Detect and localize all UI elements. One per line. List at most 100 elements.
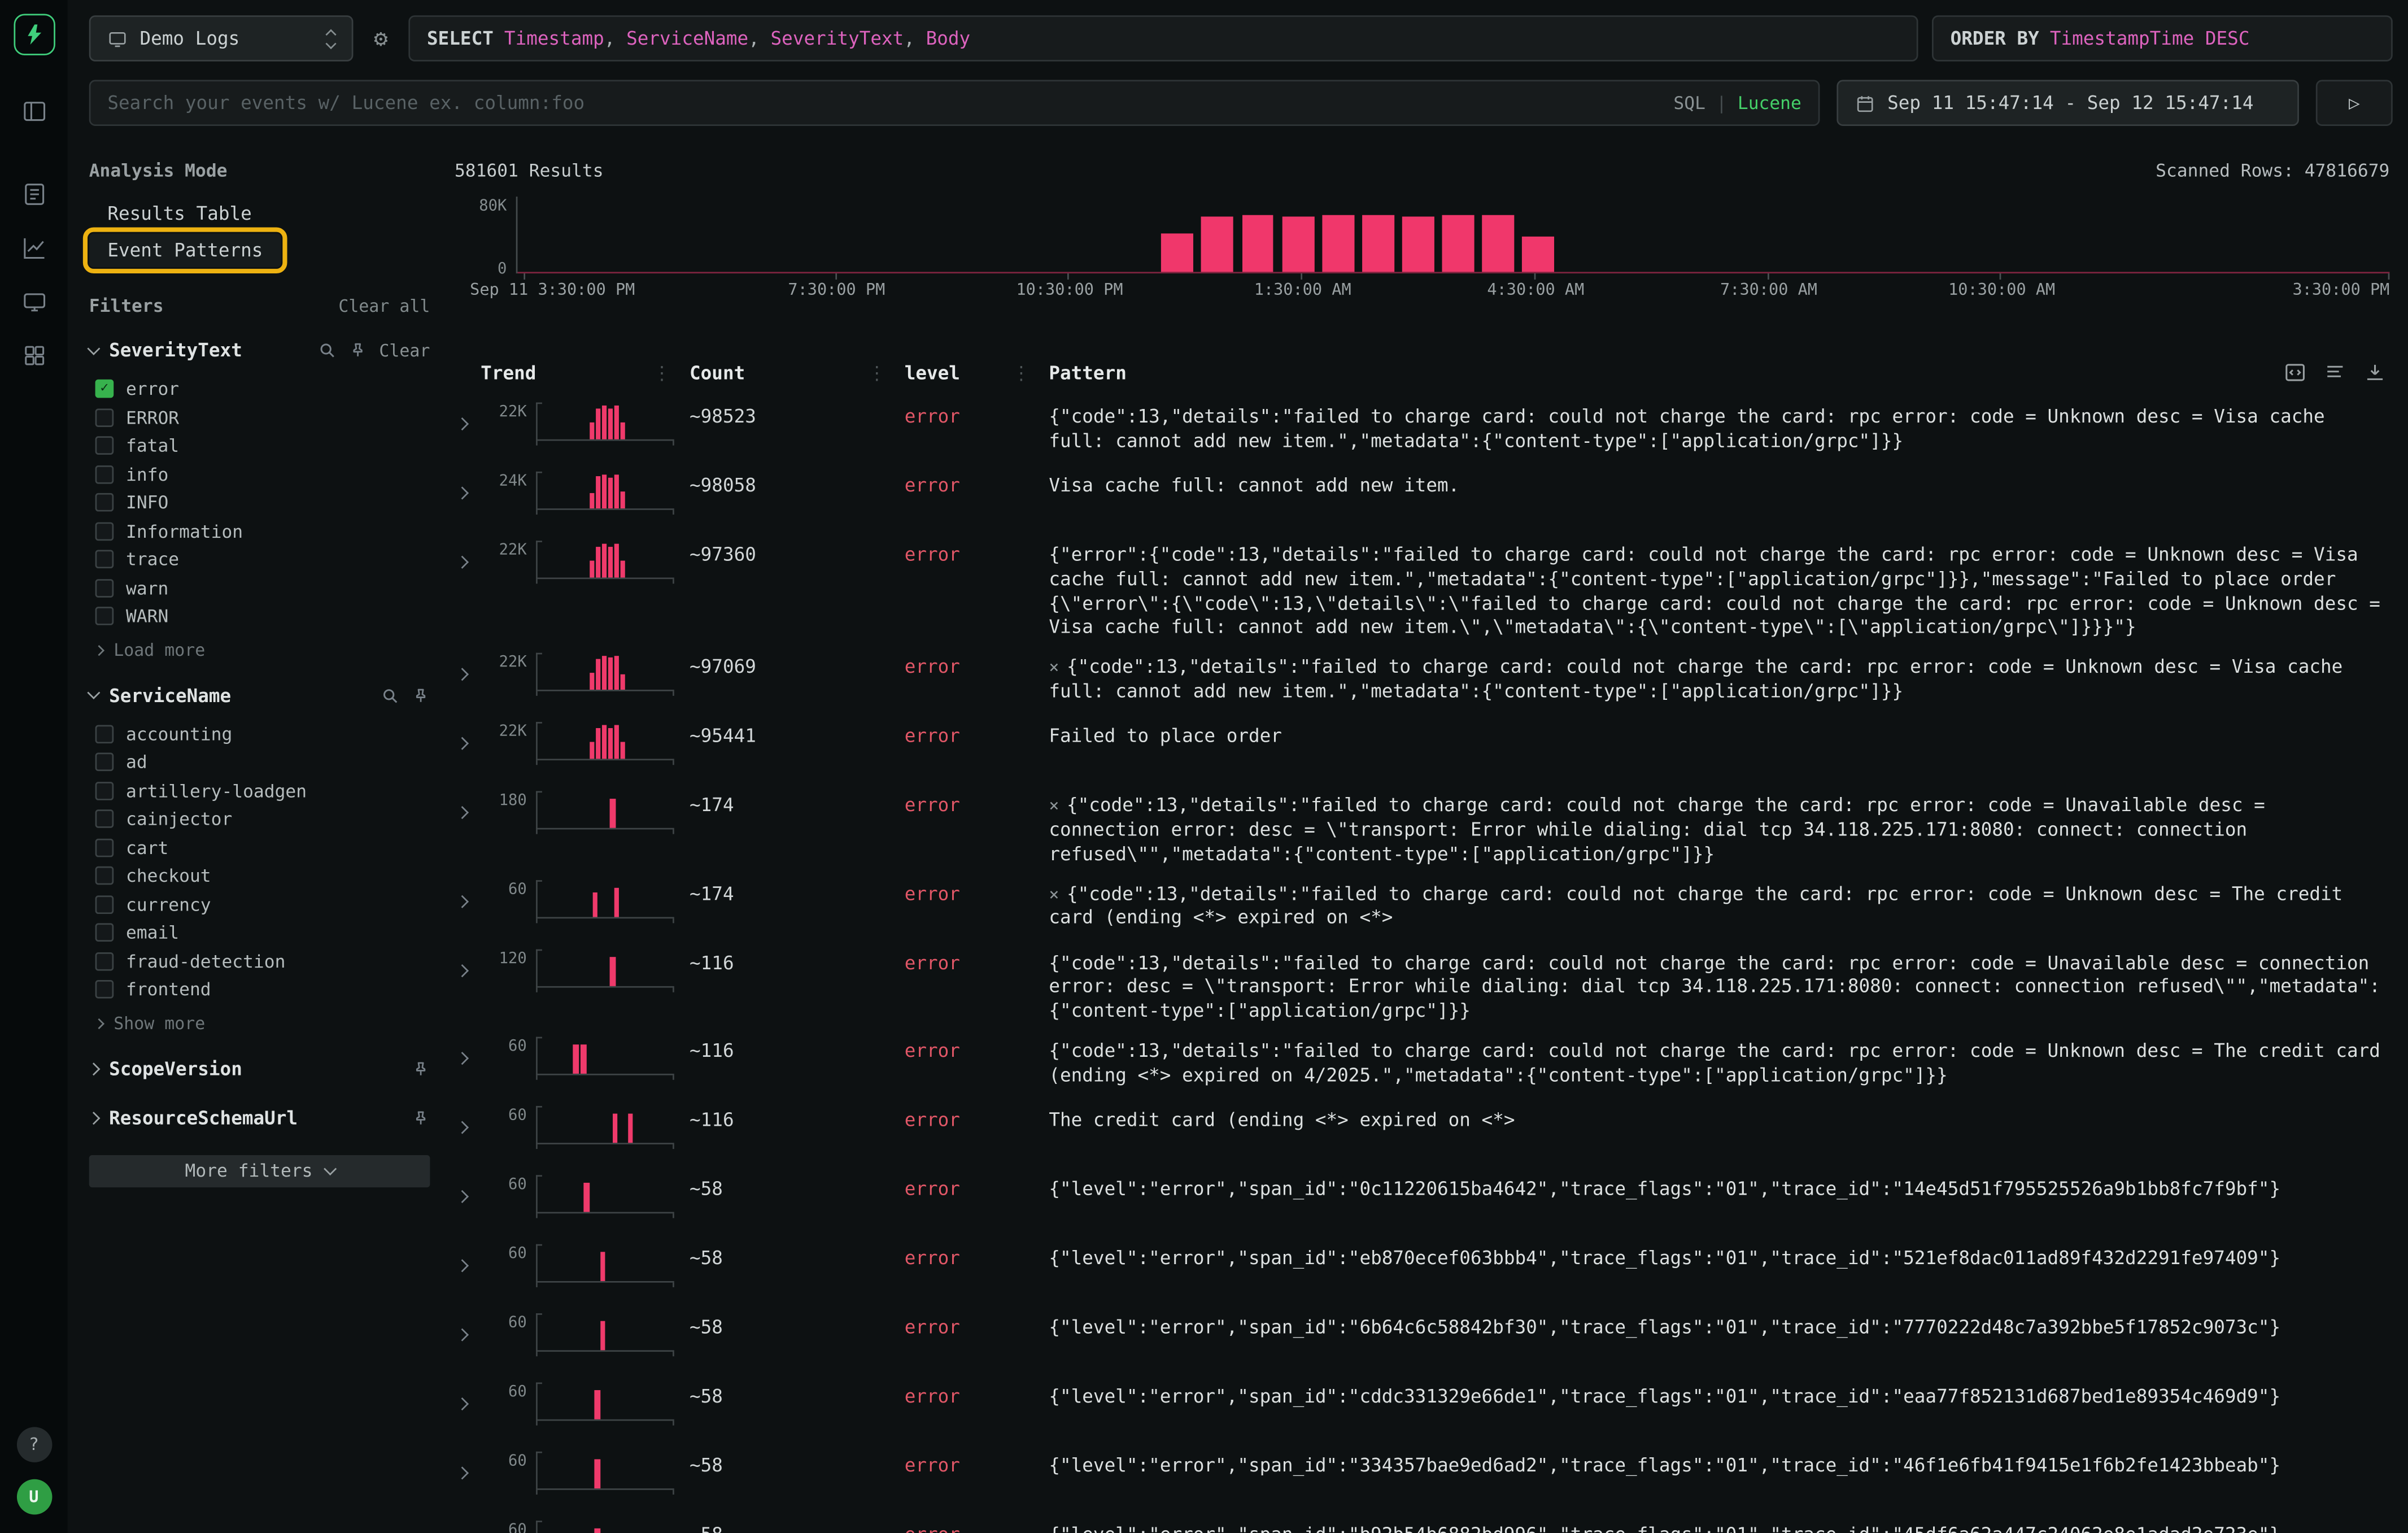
expand-chevron-icon[interactable] [455, 1175, 481, 1205]
filter-option-warn[interactable]: warn [95, 574, 430, 602]
expand-chevron-icon[interactable] [455, 402, 481, 433]
checkbox-info[interactable] [95, 465, 114, 484]
pattern-row[interactable]: 22K~95441errorFailed to place order [455, 716, 2389, 785]
filter-option-cart[interactable]: cart [95, 833, 430, 861]
expand-chevron-icon[interactable] [455, 948, 481, 979]
histogram-bar[interactable] [1162, 233, 1194, 272]
severity-load-more[interactable]: Load more [95, 638, 430, 661]
source-settings-button[interactable]: ⚙ [367, 15, 395, 62]
column-header-level[interactable]: level [905, 363, 1049, 384]
expand-chevron-icon[interactable] [455, 1037, 481, 1068]
checkbox-Information[interactable] [95, 522, 114, 541]
expand-chevron-icon[interactable] [455, 1452, 481, 1482]
help-button[interactable]: ? [16, 1427, 52, 1462]
clear-all-button[interactable]: Clear all [338, 295, 430, 315]
column-settings-icon[interactable] [2323, 361, 2346, 384]
histogram-bar[interactable] [1402, 216, 1434, 272]
checkbox-fraud-detection[interactable] [95, 952, 114, 970]
mode-event-patterns[interactable]: Event Patterns [89, 233, 281, 267]
lucene-mode-toggle[interactable]: Lucene [1738, 92, 1801, 114]
pattern-row[interactable]: 60~58error{"level":"error","span_id":"6b… [455, 1307, 2389, 1376]
checkbox-email[interactable] [95, 924, 114, 942]
expand-chevron-icon[interactable] [455, 1106, 481, 1136]
pattern-row[interactable]: 24K~98058errorVisa cache full: cannot ad… [455, 465, 2389, 534]
checkbox-cart[interactable] [95, 838, 114, 857]
filter-option-accounting[interactable]: accounting [95, 720, 430, 748]
filter-option-email[interactable]: email [95, 918, 430, 947]
pattern-row[interactable]: 60~116errorThe credit card (ending <*> e… [455, 1100, 2389, 1169]
scope-version-group-header[interactable]: ScopeVersion [89, 1053, 430, 1083]
filter-option-frontend[interactable]: frontend [95, 975, 430, 1004]
sql-select-input[interactable]: SELECT Timestamp, ServiceName, SeverityT… [408, 15, 1918, 62]
pattern-row[interactable]: 22K~97360error{"error":{"code":13,"detai… [455, 534, 2389, 647]
pattern-row[interactable]: 60~58error{"level":"error","span_id":"b9… [455, 1514, 2389, 1533]
pattern-row[interactable]: 60~58error{"level":"error","span_id":"0c… [455, 1169, 2389, 1238]
filter-option-ad[interactable]: ad [95, 748, 430, 776]
app-logo[interactable] [13, 14, 54, 55]
download-icon[interactable] [2363, 361, 2387, 384]
checkbox-WARN[interactable] [95, 607, 114, 626]
pin-icon[interactable] [412, 1059, 430, 1078]
pattern-row[interactable]: 60~116error{"code":13,"details":"failed … [455, 1031, 2389, 1100]
histogram-plot[interactable] [516, 197, 2390, 273]
checkbox-artillery-loadgen[interactable] [95, 781, 114, 800]
filter-option-ERROR[interactable]: ERROR [95, 403, 430, 432]
histogram-bar[interactable] [1482, 215, 1514, 272]
filter-option-WARN[interactable]: WARN [95, 602, 430, 630]
checkbox-warn[interactable] [95, 579, 114, 598]
filter-option-fatal[interactable]: fatal [95, 432, 430, 460]
checkbox-currency[interactable] [95, 895, 114, 914]
expand-chevron-icon[interactable] [455, 1244, 481, 1275]
search-icon[interactable] [318, 341, 337, 360]
expand-chevron-icon[interactable] [455, 472, 481, 502]
expand-chevron-icon[interactable] [455, 541, 481, 571]
date-range-picker[interactable]: Sep 11 15:47:14 - Sep 12 15:47:14 [1836, 80, 2299, 126]
filter-option-Information[interactable]: Information [95, 517, 430, 545]
pattern-row[interactable]: 60~58error{"level":"error","span_id":"cd… [455, 1376, 2389, 1445]
filter-option-cainjector[interactable]: cainjector [95, 805, 430, 833]
checkbox-cainjector[interactable] [95, 810, 114, 829]
column-header-count[interactable]: Count [690, 363, 905, 384]
checkbox-accounting[interactable] [95, 725, 114, 743]
expand-chevron-icon[interactable] [455, 1313, 481, 1344]
expand-chevron-icon[interactable] [455, 879, 481, 910]
filter-option-currency[interactable]: currency [95, 890, 430, 918]
severity-group-header[interactable]: SeverityText Clear [89, 335, 430, 365]
pin-icon[interactable] [412, 686, 430, 704]
filter-option-fraud-detection[interactable]: fraud-detection [95, 947, 430, 975]
pattern-row[interactable]: 22K~97069error×{"code":13,"details":"fai… [455, 647, 2389, 716]
column-header-trend[interactable]: Trend [481, 363, 690, 384]
code-view-icon[interactable] [2284, 361, 2307, 384]
order-by-input[interactable]: ORDER BY TimestampTime DESC [1932, 15, 2393, 62]
checkbox-INFO[interactable] [95, 494, 114, 512]
more-filters-button[interactable]: More filters [89, 1155, 430, 1187]
service-show-more[interactable]: Show more [95, 1012, 430, 1035]
expand-chevron-icon[interactable] [455, 1382, 481, 1413]
histogram-bar[interactable] [1242, 215, 1274, 272]
expand-chevron-icon[interactable] [455, 653, 481, 683]
column-header-pattern[interactable]: Pattern [1049, 363, 2389, 384]
service-group-header[interactable]: ServiceName [89, 680, 430, 710]
pattern-row[interactable]: 60~58error{"level":"error","span_id":"33… [455, 1445, 2389, 1514]
nav-dashboards-button[interactable] [12, 333, 55, 376]
checkbox-fatal[interactable] [95, 437, 114, 455]
pattern-row[interactable]: 22K~98523error{"code":13,"details":"fail… [455, 397, 2389, 465]
user-avatar[interactable]: U [16, 1479, 52, 1515]
events-histogram[interactable]: 80K 0 [455, 197, 2389, 273]
filter-option-INFO[interactable]: INFO [95, 489, 430, 517]
histogram-bar[interactable] [1322, 215, 1354, 272]
histogram-bar[interactable] [1362, 215, 1394, 272]
nav-chart-button[interactable] [12, 226, 55, 269]
filter-option-info[interactable]: info [95, 460, 430, 488]
expand-chevron-icon[interactable] [455, 1521, 481, 1533]
filter-option-error[interactable]: ✓error [95, 375, 430, 403]
checkbox-error[interactable]: ✓ [95, 380, 114, 398]
histogram-bar[interactable] [1442, 215, 1474, 272]
pattern-row[interactable]: 120~116error{"code":13,"details":"failed… [455, 943, 2389, 1031]
checkbox-checkout[interactable] [95, 866, 114, 885]
expand-chevron-icon[interactable] [455, 722, 481, 753]
histogram-bar[interactable] [1282, 216, 1314, 272]
expand-chevron-icon[interactable] [455, 791, 481, 822]
search-input[interactable] [107, 81, 1658, 124]
pin-icon[interactable] [412, 1108, 430, 1127]
